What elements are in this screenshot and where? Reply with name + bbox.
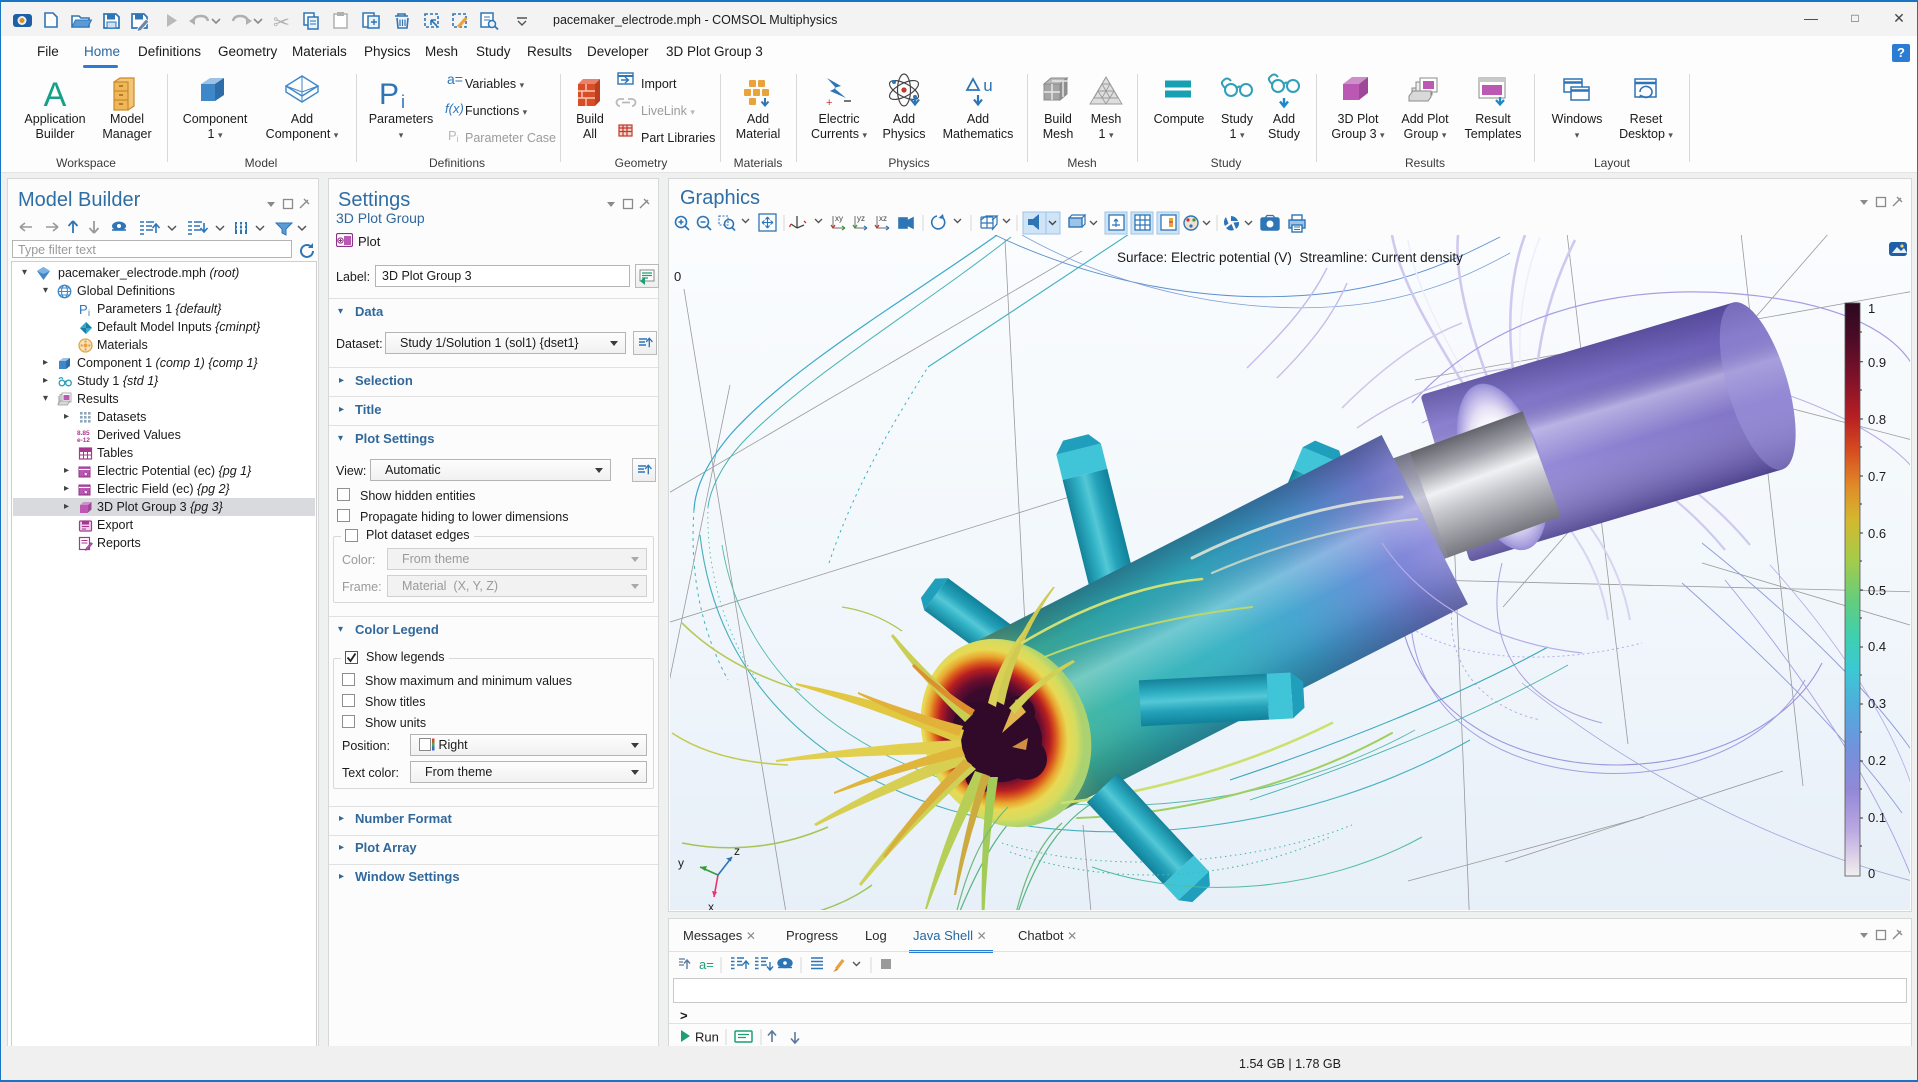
svg-text:1: 1	[1868, 301, 1875, 316]
svg-text:yz: yz	[857, 214, 865, 223]
svg-text:P: P	[79, 302, 88, 317]
svg-text:xz: xz	[879, 214, 887, 223]
svg-text:8.85: 8.85	[77, 430, 90, 437]
svg-text:0.5: 0.5	[1868, 583, 1886, 598]
svg-text:0.3: 0.3	[1868, 696, 1886, 711]
svg-text:x: x	[708, 900, 714, 910]
svg-text:0.8: 0.8	[1868, 412, 1886, 427]
svg-text:Surface: Electric potential (V: Surface: Electric potential (V) Streamli…	[1117, 250, 1463, 265]
svg-text:z: z	[734, 844, 740, 858]
svg-text:A: A	[44, 76, 67, 114]
svg-text:0.1: 0.1	[1868, 810, 1886, 825]
svg-text:0.7: 0.7	[1868, 469, 1886, 484]
svg-text:e-12: e-12	[77, 437, 90, 443]
svg-text:Pi: Pi	[448, 128, 459, 144]
svg-text:xy: xy	[835, 214, 843, 223]
svg-text:P: P	[379, 78, 399, 111]
svg-text:Run: Run	[695, 1030, 719, 1045]
svg-text:0.2: 0.2	[1868, 753, 1886, 768]
svg-text:0.4: 0.4	[1868, 639, 1886, 654]
svg-text:f(x): f(x)	[445, 101, 464, 116]
svg-text:i: i	[401, 92, 405, 112]
svg-text:u: u	[983, 76, 992, 95]
svg-text:a=: a=	[447, 71, 463, 87]
svg-text:y: y	[678, 856, 684, 870]
svg-text:0.6: 0.6	[1868, 526, 1886, 541]
svg-text:0.9: 0.9	[1868, 355, 1886, 370]
svg-text:a=: a=	[699, 957, 714, 972]
svg-text:+: +	[826, 97, 832, 109]
svg-text:0: 0	[1868, 866, 1875, 881]
svg-text:✂: ✂	[273, 12, 290, 34]
svg-text:0: 0	[674, 269, 681, 284]
svg-text:i: i	[88, 308, 90, 317]
